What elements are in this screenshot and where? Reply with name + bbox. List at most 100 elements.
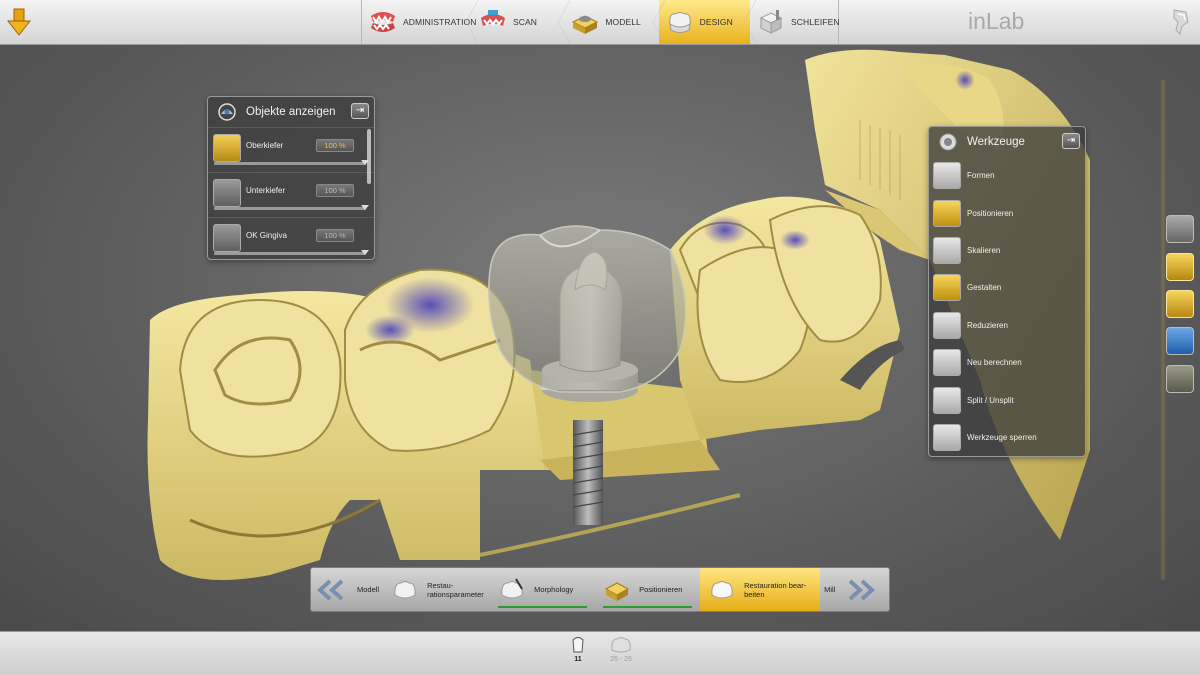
model-view-icon[interactable] bbox=[1166, 365, 1194, 393]
tab-scan[interactable]: SCAN bbox=[472, 0, 571, 44]
tab-label: MODELL bbox=[605, 17, 641, 27]
restoration-tooth-26[interactable]: 26 - 26 bbox=[606, 634, 636, 663]
slider-knob-icon[interactable] bbox=[361, 250, 369, 255]
objects-panel: Objekte anzeigen ⇥ Oberkiefer 100 % Unte… bbox=[207, 96, 375, 260]
restoration-tooth-11[interactable]: 11 bbox=[566, 634, 590, 663]
previous-step-button[interactable] bbox=[311, 568, 353, 611]
object-row-oberkiefer[interactable]: Oberkiefer 100 % bbox=[208, 127, 374, 172]
object-label: OK Gingiva bbox=[246, 231, 287, 240]
step-label: Restau- rationsparameter bbox=[427, 580, 484, 599]
top-bar: ADMINISTRATION SCAN MODELL DESIGN SCHLEI… bbox=[0, 0, 1200, 45]
opacity-slider[interactable] bbox=[214, 160, 369, 165]
tool-label: Skalieren bbox=[967, 245, 1001, 255]
tool-label: Positionieren bbox=[967, 208, 1014, 218]
next-step-label[interactable]: Mill bbox=[820, 568, 839, 611]
object-label: Oberkiefer bbox=[246, 141, 284, 150]
menu-arrow-icon[interactable] bbox=[6, 6, 32, 38]
positioning-icon bbox=[605, 581, 630, 601]
objects-panel-header[interactable]: Objekte anzeigen ⇥ bbox=[208, 97, 374, 127]
slider-knob-icon[interactable] bbox=[361, 205, 369, 210]
next-step-button[interactable] bbox=[839, 568, 881, 611]
tools-toggle-icon[interactable] bbox=[1166, 253, 1194, 281]
double-chevron-right-icon bbox=[849, 579, 876, 600]
pin-panel-button[interactable]: ⇥ bbox=[351, 103, 369, 119]
pin-panel-button[interactable]: ⇥ bbox=[1062, 133, 1080, 149]
tool-positionieren[interactable]: Positionieren bbox=[929, 194, 1085, 231]
design-crown-icon bbox=[668, 12, 691, 33]
objects-toggle-icon[interactable] bbox=[1166, 290, 1194, 318]
molar-icon bbox=[611, 637, 631, 653]
screenshot-icon[interactable] bbox=[1166, 327, 1194, 355]
phase-tabs: ADMINISTRATION SCAN MODELL DESIGN SCHLEI… bbox=[361, 0, 840, 44]
step-positionieren[interactable]: Positionieren bbox=[595, 568, 700, 611]
tool-skalieren[interactable]: Skalieren bbox=[929, 232, 1085, 269]
slider-knob-icon[interactable] bbox=[361, 160, 369, 165]
step-label: Morphology bbox=[534, 585, 574, 594]
shape-icon bbox=[933, 162, 961, 190]
previous-step-label[interactable]: Modell bbox=[353, 568, 383, 611]
tooth-icon bbox=[572, 637, 584, 653]
reduce-icon bbox=[933, 311, 961, 339]
tab-schleifen[interactable]: SCHLEIFEN bbox=[750, 0, 840, 44]
tab-modell[interactable]: MODELL bbox=[564, 0, 666, 44]
step-morphology[interactable]: Morphology bbox=[490, 568, 595, 611]
tool-werkzeuge-sperren[interactable]: Werkzeuge sperren bbox=[929, 419, 1085, 456]
split-icon bbox=[933, 386, 961, 414]
morphology-icon bbox=[501, 577, 523, 598]
model-icon bbox=[572, 15, 599, 34]
administration-teeth-icon bbox=[371, 12, 395, 32]
tab-design[interactable]: DESIGN bbox=[658, 0, 757, 44]
restoration-parameters-icon bbox=[394, 580, 416, 598]
object-row-ok-gingiva[interactable]: OK Gingiva 100 % bbox=[208, 217, 374, 262]
tool-formen[interactable]: Formen bbox=[929, 157, 1085, 194]
opacity-slider[interactable] bbox=[214, 205, 369, 210]
tool-label: Formen bbox=[967, 171, 995, 181]
tab-label: DESIGN bbox=[699, 17, 733, 27]
opacity-value[interactable]: 100 % bbox=[316, 184, 354, 197]
objects-visibility-icon bbox=[218, 103, 236, 121]
edit-restoration-icon bbox=[711, 580, 733, 598]
restoration-label: 26 - 26 bbox=[610, 656, 632, 663]
step-label: Positionieren bbox=[639, 585, 683, 594]
scale-icon bbox=[933, 236, 961, 264]
step-restauration-bearbeiten[interactable]: Restauration bear- beiten bbox=[700, 568, 821, 611]
tools-panel: Werkzeuge ⇥ Formen Positionieren Skalier… bbox=[928, 126, 1086, 457]
tool-gestalten[interactable]: Gestalten bbox=[929, 269, 1085, 306]
right-toolbar bbox=[1160, 78, 1200, 578]
tools-panel-title: Werkzeuge bbox=[967, 136, 1025, 148]
object-row-unterkiefer[interactable]: Unterkiefer 100 % bbox=[208, 172, 374, 217]
app-brand: inLab bbox=[968, 8, 1025, 34]
tools-panel-header[interactable]: Werkzeuge ⇥ bbox=[929, 127, 1085, 157]
opacity-slider[interactable] bbox=[214, 250, 369, 255]
restoration-label: 11 bbox=[574, 656, 582, 663]
tool-label: Werkzeuge sperren bbox=[967, 432, 1037, 442]
step-restaurationsparameter[interactable]: Restau- rationsparameter bbox=[383, 568, 490, 611]
step-label: Restauration bear- beiten bbox=[744, 580, 807, 599]
design-tool-icon bbox=[933, 274, 961, 302]
tab-administration[interactable]: ADMINISTRATION bbox=[362, 0, 478, 44]
position-icon bbox=[933, 199, 961, 227]
tool-neu-berechnen[interactable]: Neu berechnen bbox=[929, 344, 1085, 381]
tool-label: Neu berechnen bbox=[967, 358, 1022, 368]
tool-label: Split / Unsplit bbox=[967, 395, 1014, 405]
step-done-indicator bbox=[603, 606, 693, 608]
tool-reduzieren[interactable]: Reduzieren bbox=[929, 307, 1085, 344]
view-cube-icon[interactable] bbox=[1166, 215, 1194, 243]
tools-gear-icon bbox=[939, 133, 957, 151]
recalculate-icon bbox=[933, 349, 961, 377]
lower-jaw-icon[interactable] bbox=[213, 179, 241, 207]
milling-block-icon bbox=[759, 10, 783, 34]
tab-label: ADMINISTRATION bbox=[403, 17, 477, 27]
opacity-value[interactable]: 100 % bbox=[316, 139, 354, 152]
gingiva-icon[interactable] bbox=[213, 224, 241, 252]
help-hand-icon[interactable] bbox=[1168, 6, 1194, 38]
scan-jaw-icon bbox=[481, 10, 505, 26]
restoration-bar: 11 26 - 26 bbox=[0, 631, 1200, 675]
objects-panel-title: Objekte anzeigen bbox=[246, 106, 336, 118]
double-chevron-left-icon bbox=[317, 579, 344, 600]
upper-jaw-icon[interactable] bbox=[213, 134, 241, 162]
opacity-value[interactable]: 100 % bbox=[316, 229, 354, 242]
tool-split-unsplit[interactable]: Split / Unsplit bbox=[929, 381, 1085, 418]
object-label: Unterkiefer bbox=[246, 186, 286, 195]
tool-label: Reduzieren bbox=[967, 320, 1008, 330]
